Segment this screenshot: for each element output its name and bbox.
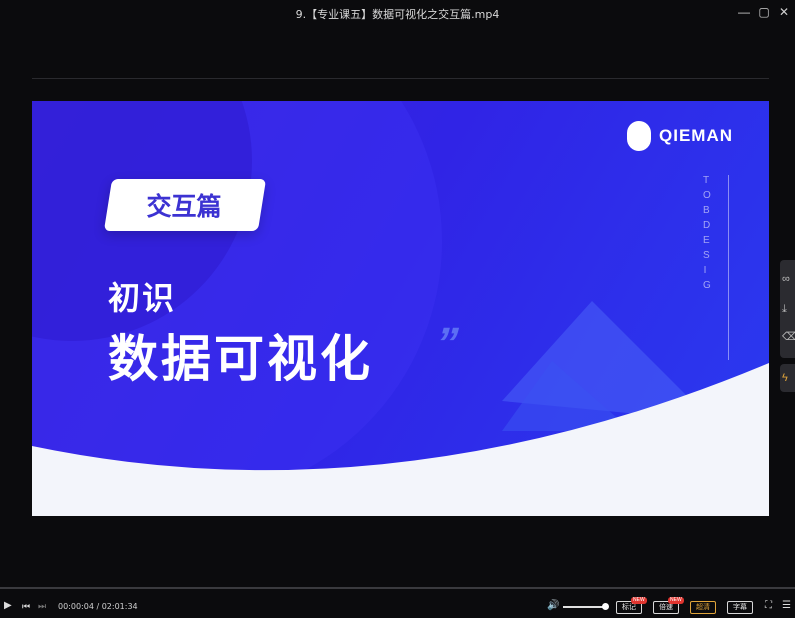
speed-new-badge: NEW (668, 597, 684, 604)
lightning-icon[interactable]: ϟ (782, 371, 794, 385)
qieman-logo-icon (627, 121, 651, 151)
volume-knob[interactable] (602, 603, 609, 610)
side-toolbar-extra: ϟ (780, 364, 795, 392)
badge-label: 交互篇 (146, 192, 222, 221)
link-icon[interactable]: ∞ (782, 272, 794, 286)
slide-heading: 数据可视化 (108, 330, 373, 388)
next-icon[interactable]: ⏭ (38, 600, 46, 612)
qieman-logo: QIEMAN (627, 121, 733, 151)
volume-icon[interactable]: 🔊 (547, 600, 559, 612)
quality-button[interactable]: 超清 (690, 601, 716, 614)
vertical-caption: TOBDESIG (703, 175, 719, 291)
close-button[interactable]: ✕ (777, 5, 791, 19)
total-time: 02:01:34 (101, 602, 138, 611)
play-icon[interactable]: ▶ (4, 600, 12, 612)
window-title: 9.【专业课五】数据可视化之交互篇.mp4 (295, 8, 500, 21)
volume-slider[interactable] (563, 606, 605, 608)
delete-icon[interactable]: ⌫ (782, 330, 795, 344)
download-icon[interactable]: ⤓ (782, 302, 794, 316)
current-time: 00:00:04 (58, 602, 94, 611)
time-separator: / (93, 602, 102, 611)
header-divider (32, 78, 769, 79)
video-frame[interactable]: QIEMAN TOBDESIG 交互篇 初识 数据可视化 ” (32, 101, 769, 516)
time-display: 00:00:04 / 02:01:34 (58, 602, 138, 611)
logo-text: QIEMAN (659, 126, 733, 145)
fullscreen-icon[interactable]: ⛶ (765, 600, 772, 612)
progress-bar[interactable] (0, 587, 795, 589)
maximize-button[interactable]: ▢ (757, 5, 771, 19)
title-bar: 9.【专业课五】数据可视化之交互篇.mp4 — ▢ ✕ (0, 0, 795, 26)
side-toolbar: ∞ ⤓ ⌫ (780, 260, 795, 358)
playlist-icon[interactable]: ☰ (782, 600, 791, 612)
mark-new-badge: NEW (631, 597, 647, 604)
slide-subtitle: 初识 (108, 279, 177, 317)
previous-icon[interactable]: ⏮ (22, 600, 30, 612)
minimize-button[interactable]: — (737, 5, 751, 19)
subtitles-button[interactable]: 字幕 (727, 601, 753, 614)
vertical-rule (728, 175, 729, 360)
